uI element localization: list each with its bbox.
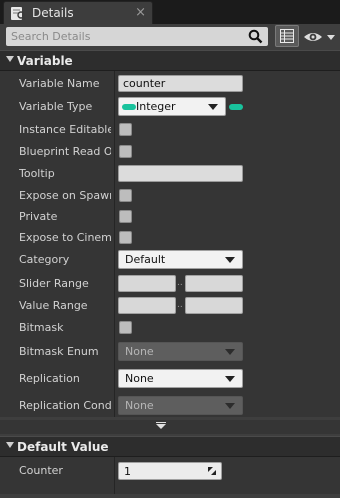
blueprint-read-only-checkbox[interactable] [119, 145, 132, 158]
row-value-range: Value Range .. [0, 295, 340, 317]
private-checkbox[interactable] [119, 210, 132, 223]
container-type-pin-icon[interactable] [229, 104, 243, 110]
variable-type-dropdown[interactable]: Integer [118, 97, 226, 116]
row-variable-type: Variable Type Integer [0, 96, 340, 118]
replication-condition-value: None [125, 399, 154, 412]
row-replication: Replication None [0, 368, 340, 390]
category-value: Default [125, 253, 166, 266]
variable-type-value: Integer [136, 100, 176, 113]
bitmask-checkbox[interactable] [119, 321, 132, 334]
tab-details[interactable]: Details × [3, 1, 153, 24]
counter-value: 1 [124, 465, 131, 478]
row-category: Category Default [0, 249, 340, 271]
search-box [6, 27, 268, 46]
integer-pin-icon [122, 104, 136, 110]
replication-condition-dropdown[interactable]: None [118, 396, 243, 415]
row-bitmask: Bitmask [0, 317, 340, 339]
expose-to-cinematics-checkbox[interactable] [119, 231, 132, 244]
range-separator: .. [177, 278, 183, 288]
bitmask-enum-label: Bitmask Enum [19, 345, 99, 358]
row-expose-on-spawn: Expose on Spawn [0, 185, 340, 207]
view-options-eye-icon[interactable] [302, 28, 338, 46]
variable-name-label: Variable Name [19, 77, 100, 90]
chevron-down-icon [225, 349, 235, 355]
row-variable-name: Variable Name counter [0, 73, 340, 95]
bitmask-enum-dropdown[interactable]: None [118, 342, 243, 361]
details-icon [11, 7, 26, 20]
chevron-down-icon [225, 403, 235, 409]
collapse-arrow-icon [6, 56, 14, 62]
row-expose-to-cinematics: Expose to Cinematics [0, 227, 340, 249]
resize-drag-icon[interactable] [208, 467, 216, 475]
search-icon[interactable] [248, 29, 263, 44]
value-range-label: Value Range [19, 299, 88, 312]
row-private: Private [0, 206, 340, 228]
category-label: Category [19, 253, 70, 266]
chevron-down-icon [225, 376, 235, 382]
search-input[interactable] [6, 27, 249, 46]
expose-to-cinematics-label: Expose to Cinematics [19, 231, 111, 244]
bitmask-label: Bitmask [19, 321, 64, 334]
value-range-min-input[interactable] [118, 297, 176, 314]
category-label: Variable [17, 54, 73, 68]
chevron-down-icon [225, 257, 235, 263]
tab-bar: Details × [0, 0, 340, 24]
row-instance-editable: Instance Editable [0, 119, 340, 141]
category-label: Default Value [17, 440, 109, 454]
value-range-max-input[interactable] [185, 297, 243, 314]
range-separator: .. [177, 300, 183, 310]
row-counter: Counter 1 [0, 460, 340, 482]
collapse-arrow-icon [6, 442, 14, 448]
row-tooltip: Tooltip [0, 163, 340, 185]
close-icon[interactable]: × [135, 5, 146, 20]
category-variable[interactable]: Variable [0, 50, 340, 71]
category-dropdown[interactable]: Default [118, 250, 243, 269]
private-label: Private [19, 210, 58, 223]
details-panel: Variable Variable Name counter Variable … [0, 24, 340, 498]
instance-editable-checkbox[interactable] [119, 123, 132, 136]
variable-name-input[interactable]: counter [118, 75, 243, 92]
tooltip-label: Tooltip [19, 167, 55, 180]
replication-value: None [125, 372, 154, 385]
slider-range-max-input[interactable] [185, 275, 243, 292]
chevron-down-icon [208, 104, 218, 110]
counter-label: Counter [19, 464, 63, 477]
blueprint-read-only-label: Blueprint Read Only [19, 145, 111, 158]
replication-dropdown[interactable]: None [118, 369, 243, 388]
row-replication-condition: Replication Condition None [0, 395, 340, 417]
bitmask-enum-value: None [125, 345, 154, 358]
expose-on-spawn-checkbox[interactable] [119, 189, 132, 202]
slider-range-label: Slider Range [19, 277, 89, 290]
grid-icon [280, 29, 294, 43]
replication-label: Replication [19, 372, 80, 385]
replication-condition-label: Replication Condition [19, 399, 111, 412]
search-row [0, 24, 340, 50]
instance-editable-label: Instance Editable [19, 123, 111, 136]
tooltip-input[interactable] [118, 165, 243, 182]
expand-advanced-icon [156, 422, 166, 429]
category-default-value[interactable]: Default Value [0, 436, 340, 457]
variable-type-label: Variable Type [19, 100, 93, 113]
counter-numeric-input[interactable]: 1 [118, 462, 222, 480]
row-slider-range: Slider Range .. [0, 273, 340, 295]
slider-range-min-input[interactable] [118, 275, 176, 292]
advanced-expander[interactable] [0, 420, 340, 434]
tab-label: Details [32, 6, 74, 20]
property-matrix-button[interactable] [275, 25, 299, 47]
row-bitmask-enum: Bitmask Enum None [0, 341, 340, 363]
row-blueprint-read-only: Blueprint Read Only [0, 141, 340, 163]
expose-on-spawn-label: Expose on Spawn [19, 189, 111, 202]
